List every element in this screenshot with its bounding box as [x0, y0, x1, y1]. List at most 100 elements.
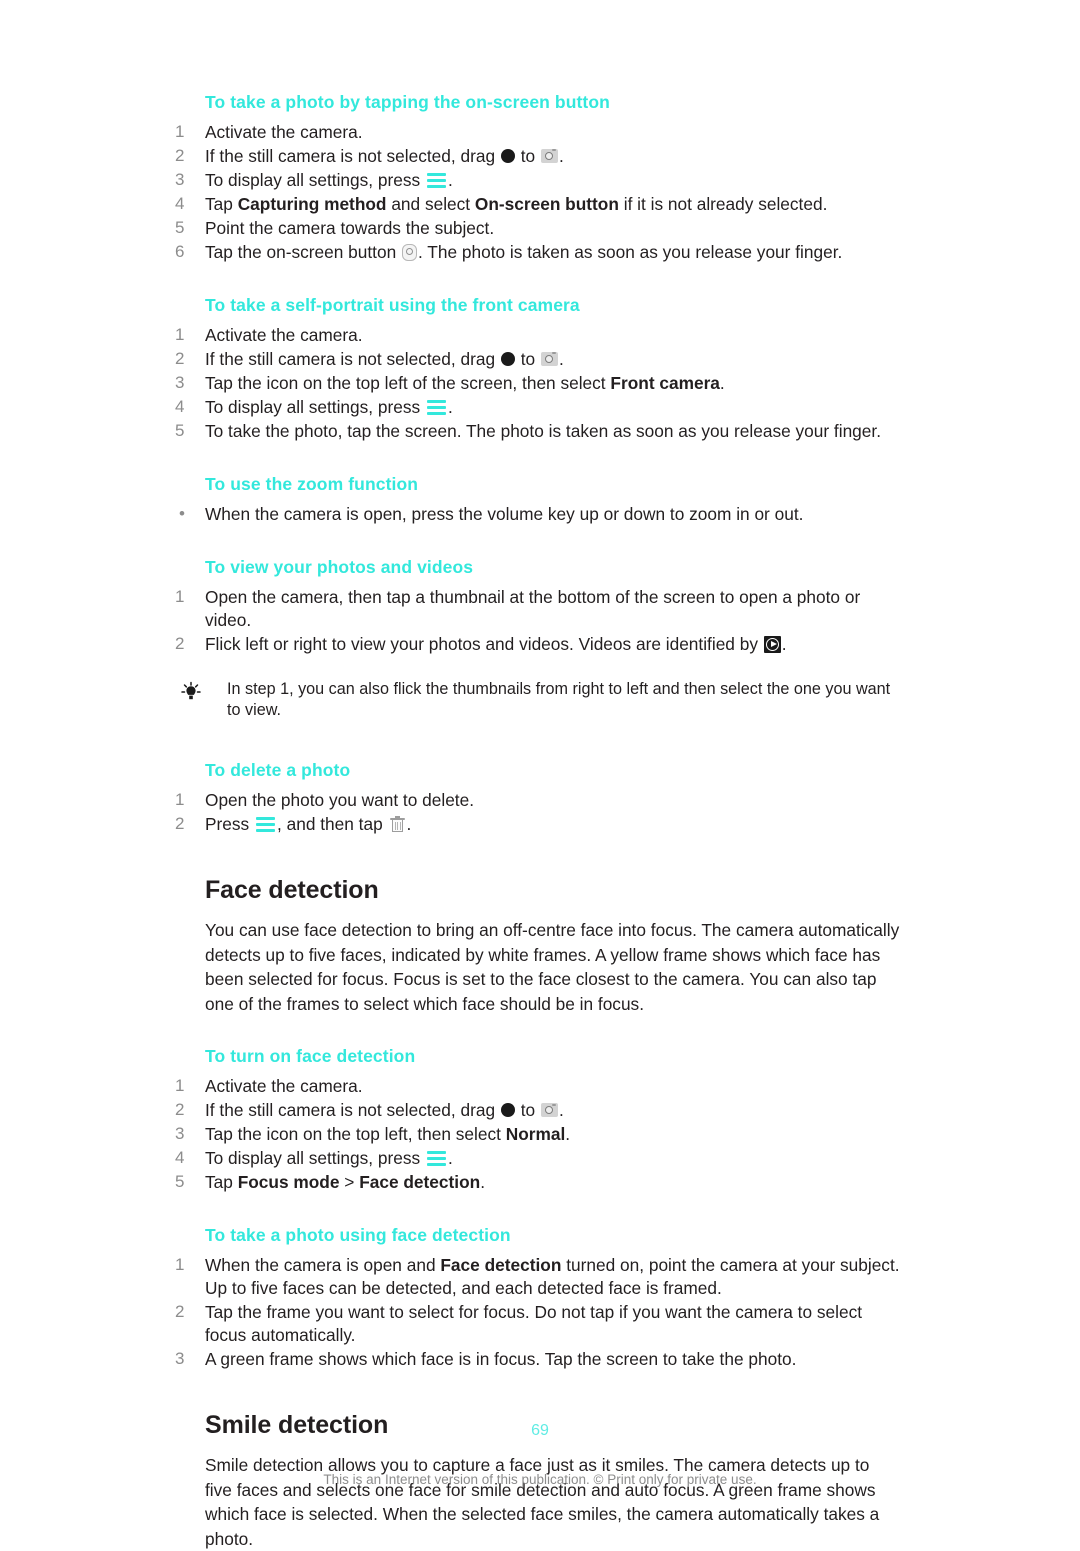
- paragraph-face-detection: You can use face detection to bring an o…: [205, 920, 900, 1014]
- page-content: To take a photo by tapping the on-screen…: [175, 92, 900, 1551]
- step-text-end: .: [480, 1172, 486, 1193]
- step-text: Tap the on-screen button: [205, 241, 397, 262]
- step-text-end: .: [719, 372, 725, 393]
- step-text-end: . The photo is taken as soon as you rele…: [418, 241, 843, 262]
- heading-zoom-function: To use the zoom function: [205, 473, 419, 494]
- step-text: A green frame shows which face is in foc…: [205, 1349, 797, 1370]
- list-zoom-function: • When the camera is open, press the vol…: [175, 503, 900, 526]
- step-number: 1: [175, 586, 185, 606]
- trash-icon: [389, 816, 405, 833]
- step-number: 2: [175, 633, 185, 653]
- step-text-end: if it is not already selected.: [623, 193, 828, 214]
- settings-menu-icon: [256, 817, 275, 833]
- step-text: To display all settings, press: [205, 1148, 421, 1169]
- list-item: 5 Point the camera towards the subject.: [175, 217, 900, 240]
- list-item: 2 Tap the frame you want to select for f…: [175, 1301, 900, 1347]
- tip-callout: In step 1, you can also flick the thumbn…: [175, 679, 900, 723]
- steps-delete-photo: 1 Open the photo you want to delete. 2 P…: [175, 789, 900, 836]
- list-item: 3 A green frame shows which face is in f…: [175, 1348, 900, 1371]
- list-item: 3 Tap the icon on the top left of the sc…: [175, 372, 900, 395]
- emphasis-onscreen-button: On-screen button: [474, 193, 619, 214]
- step-text-end: .: [447, 169, 453, 190]
- emphasis-normal: Normal: [505, 1124, 566, 1145]
- step-text: Tap: [205, 193, 233, 214]
- menu-separator: >: [344, 1172, 355, 1193]
- step-text: Tap: [205, 1172, 233, 1193]
- step-text: Activate the camera.: [205, 1076, 363, 1097]
- list-item: 1 When the camera is open and Face detec…: [175, 1254, 900, 1300]
- list-item: • When the camera is open, press the vol…: [175, 503, 900, 526]
- step-number: 3: [175, 169, 185, 189]
- manual-page: To take a photo by tapping the on-screen…: [0, 0, 1080, 1549]
- bullet-text: When the camera is open, press the volum…: [205, 503, 804, 524]
- emphasis-front-camera: Front camera: [610, 372, 720, 393]
- step-number: 2: [175, 145, 185, 165]
- heading-delete-photo: To delete a photo: [205, 760, 351, 781]
- step-text: Tap the icon on the top left of the scre…: [205, 372, 606, 393]
- footer-notice: This is an Internet version of this publ…: [323, 1472, 757, 1487]
- lightbulb-icon: [179, 680, 203, 704]
- heading-turn-on-face-detection: To turn on face detection: [205, 1046, 416, 1067]
- emphasis-focus-mode: Focus mode: [237, 1172, 340, 1193]
- list-item: 2 Press , and then tap .: [175, 813, 900, 836]
- list-item: 2 If the still camera is not selected, d…: [175, 145, 900, 168]
- step-text: Press: [205, 814, 250, 835]
- tip-text: In step 1, you can also flick the thumbn…: [227, 679, 891, 720]
- list-item: 2 If the still camera is not selected, d…: [175, 348, 900, 371]
- step-number: 2: [175, 1100, 185, 1120]
- step-text: Tap the icon on the top left, then selec…: [205, 1124, 501, 1145]
- step-text: To display all settings, press: [205, 169, 421, 190]
- shutter-dot-icon: [500, 148, 515, 163]
- heading-view-photos: To view your photos and videos: [205, 556, 474, 577]
- step-text: If the still camera is not selected, dra…: [205, 1100, 496, 1121]
- list-item: 3 To display all settings, press .: [175, 169, 900, 192]
- list-item: 4 Tap Capturing method and select On-scr…: [175, 193, 900, 216]
- list-item: 5 Tap Focus mode > Face detection.: [175, 1171, 900, 1194]
- step-text-end: .: [781, 633, 787, 654]
- step-number: 1: [175, 1255, 185, 1275]
- step-text: Open the camera, then tap a thumbnail at…: [205, 586, 861, 630]
- step-text: Activate the camera.: [205, 324, 363, 345]
- step-text-cont: to: [520, 145, 536, 166]
- step-text-end: .: [558, 348, 564, 369]
- emphasis-face-detection: Face detection: [359, 1172, 481, 1193]
- heading-photo-using-face-detection: To take a photo using face detection: [205, 1225, 511, 1246]
- shutter-dot-icon: [500, 1103, 515, 1118]
- steps-onscreen-button: 1 Activate the camera. 2 If the still ca…: [175, 121, 900, 264]
- step-text: Flick left or right to view your photos …: [205, 633, 758, 654]
- step-text: Tap the frame you want to select for foc…: [205, 1302, 863, 1346]
- step-text: Point the camera towards the subject.: [205, 217, 495, 238]
- step-text: When the camera is open and: [205, 1255, 436, 1276]
- still-camera-icon: [540, 351, 558, 366]
- step-text: If the still camera is not selected, dra…: [205, 145, 496, 166]
- step-text: To display all settings, press: [205, 396, 421, 417]
- settings-menu-icon: [426, 399, 446, 415]
- step-text: Open the photo you want to delete.: [205, 790, 475, 811]
- steps-photo-using-face-detection: 1 When the camera is open and Face detec…: [175, 1254, 900, 1371]
- step-text-end: .: [565, 1124, 571, 1145]
- step-text-cont: , and then tap: [277, 814, 383, 835]
- step-text-end: .: [406, 814, 412, 835]
- heading-onscreen-button: To take a photo by tapping the on-screen…: [205, 92, 610, 112]
- step-number: 4: [175, 193, 185, 213]
- step-text-end: .: [447, 1148, 453, 1169]
- section-title-face-detection: Face detection: [205, 876, 379, 905]
- list-item: 1 Activate the camera.: [175, 121, 900, 144]
- step-number: 1: [175, 1076, 185, 1096]
- step-number: 2: [175, 1302, 185, 1322]
- list-item: 2 If the still camera is not selected, d…: [175, 1099, 900, 1122]
- steps-view-photos: 1 Open the camera, then tap a thumbnail …: [175, 586, 900, 656]
- step-number: 5: [175, 217, 185, 237]
- step-text-end: .: [558, 145, 564, 166]
- step-number: 1: [175, 121, 185, 141]
- step-number: 3: [175, 372, 185, 392]
- settings-menu-icon: [426, 172, 446, 188]
- step-number: 5: [175, 420, 185, 440]
- step-text: To take the photo, tap the screen. The p…: [205, 420, 882, 441]
